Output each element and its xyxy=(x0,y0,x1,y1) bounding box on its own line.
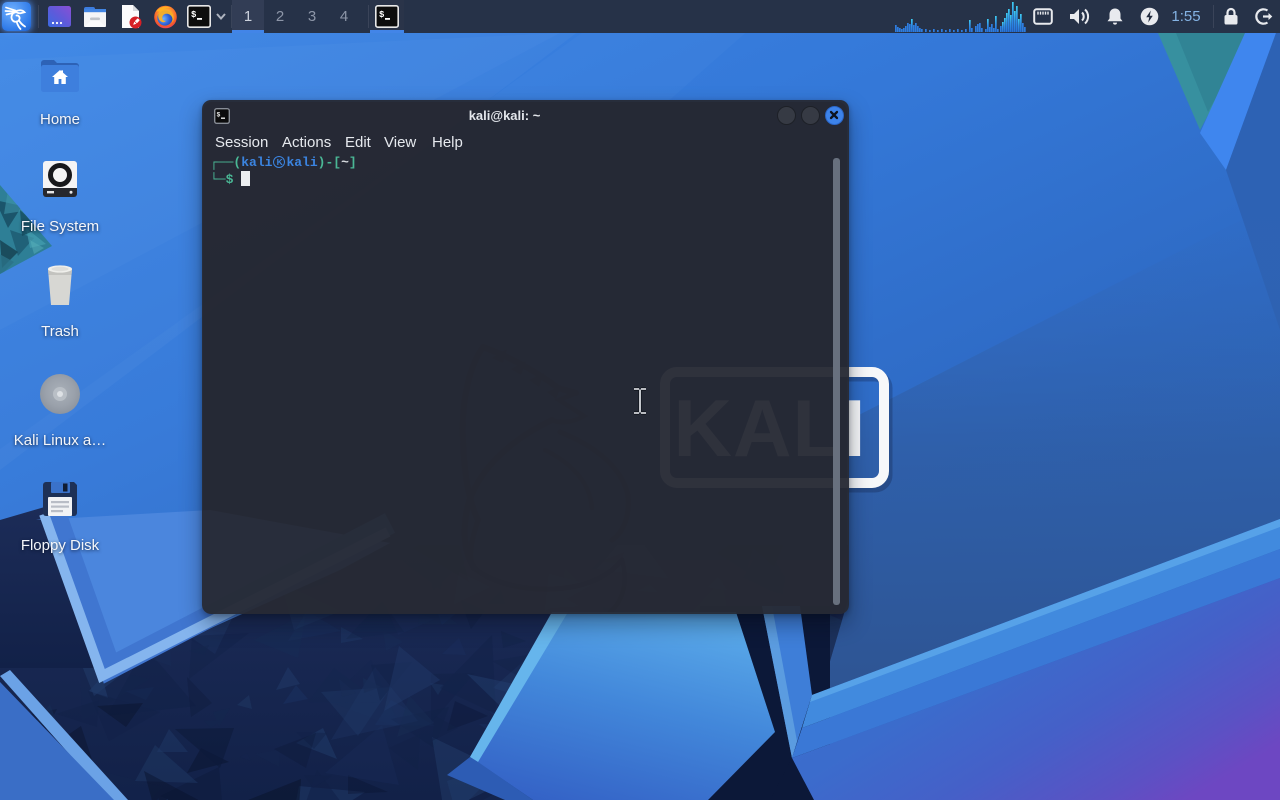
svg-text:$: $ xyxy=(379,10,385,20)
svg-text:$: $ xyxy=(191,10,197,20)
